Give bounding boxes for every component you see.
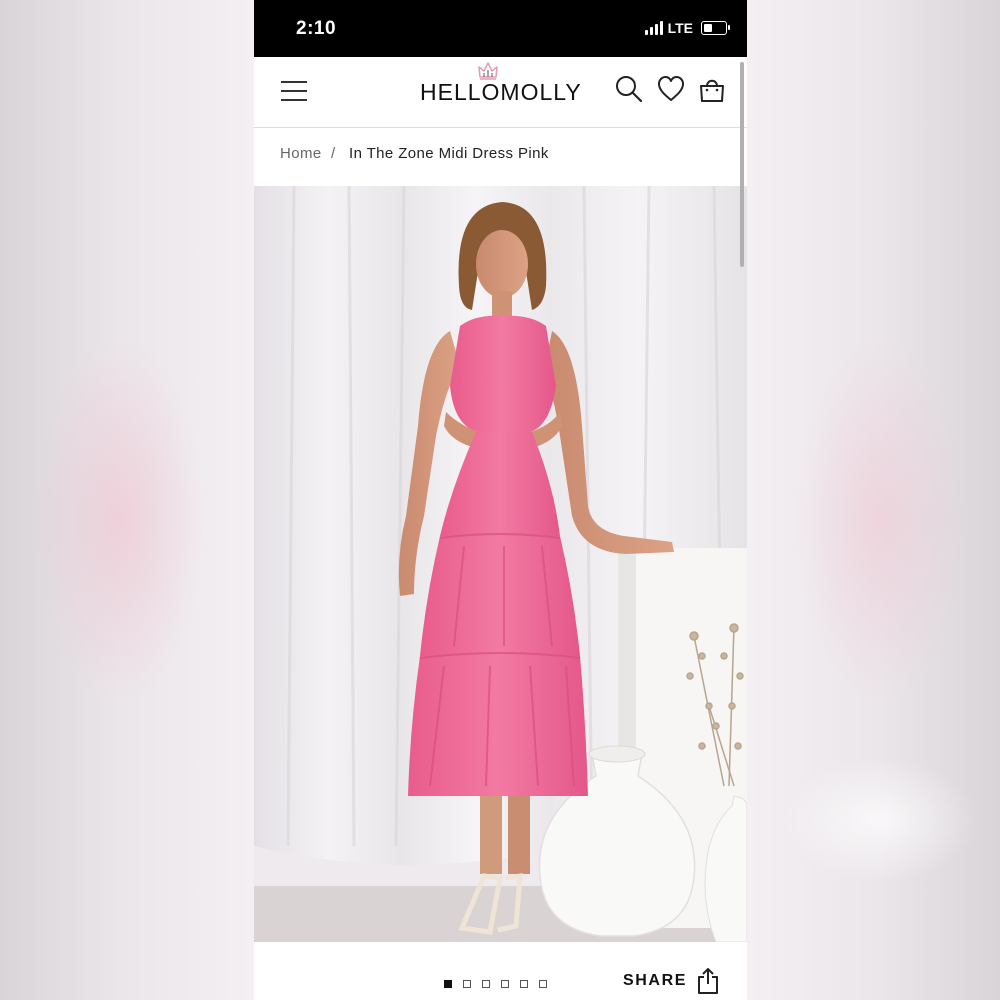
breadcrumb-home-link[interactable]: Home: [280, 145, 322, 162]
gallery-dot-5[interactable]: [520, 980, 528, 988]
page-scrollbar[interactable]: [740, 62, 744, 267]
signal-icon: [644, 21, 663, 35]
bag-icon[interactable]: [697, 74, 727, 104]
status-indicators: LTE: [644, 20, 730, 36]
status-bar: 2:10 LTE: [254, 0, 747, 57]
share-icon: [698, 968, 719, 994]
phone-screen: 2:10 LTE HELLOMOLLY Home / In The Zone M…: [254, 0, 747, 1000]
breadcrumb-separator: /: [331, 145, 336, 162]
share-label: SHARE: [623, 972, 688, 989]
gallery-dot-2[interactable]: [463, 980, 471, 988]
gallery-controls: SHARE: [254, 942, 747, 1000]
gallery-dot-4[interactable]: [501, 980, 509, 988]
breadcrumb-current-page: In The Zone Midi Dress Pink: [349, 145, 549, 162]
crown-icon: [478, 62, 498, 80]
gallery-pagination: [444, 980, 547, 988]
network-label: LTE: [667, 20, 693, 36]
status-time: 2:10: [296, 18, 337, 39]
site-header: HELLOMOLLY: [254, 57, 747, 128]
product-image[interactable]: [254, 186, 747, 942]
brand-logo[interactable]: HELLOMOLLY: [420, 79, 582, 106]
model-photo-illustration: [254, 186, 747, 942]
breadcrumb: Home / In The Zone Midi Dress Pink: [254, 128, 747, 186]
battery-icon: [701, 21, 730, 35]
search-icon[interactable]: [614, 74, 644, 104]
menu-icon[interactable]: [281, 79, 307, 101]
share-button[interactable]: SHARE: [623, 967, 719, 995]
gallery-dot-3[interactable]: [482, 980, 490, 988]
heart-icon[interactable]: [656, 74, 686, 104]
gallery-dot-6[interactable]: [539, 980, 547, 988]
gallery-dot-1[interactable]: [444, 980, 452, 988]
